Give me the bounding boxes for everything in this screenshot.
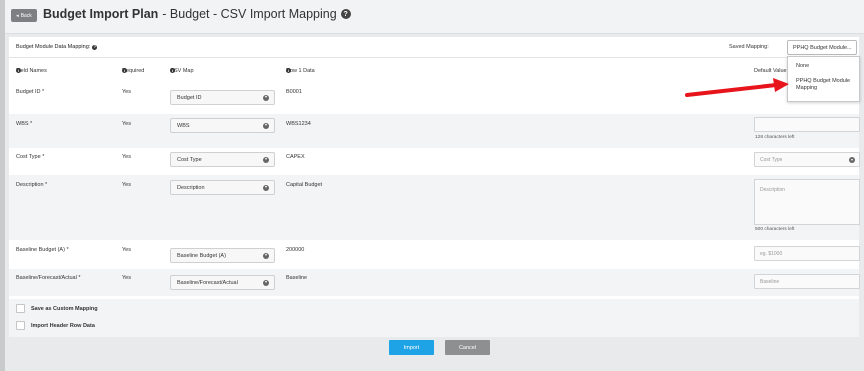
default-value-select[interactable]: Cost Type ▼ [754, 152, 860, 167]
save-custom-mapping-option[interactable]: Save as Custom Mapping [16, 304, 98, 313]
saved-mapping-menu: None PPHQ Budget Module Mapping [787, 56, 860, 102]
table-row: Description * Yes Description ▼ Capital B… [9, 175, 860, 240]
required-value: Yes [122, 154, 131, 160]
default-value-placeholder: Cost Type [760, 156, 783, 163]
chevron-down-icon: ▼ [263, 280, 269, 286]
menu-item-none[interactable]: None [796, 63, 809, 70]
mapping-label: Budget Module Data Mapping: ? [16, 44, 98, 50]
import-header-checkbox[interactable] [16, 321, 25, 330]
csv-map-select[interactable]: Description ▼ [170, 180, 275, 195]
required-value: Yes [122, 182, 131, 188]
table-row: Baseline Budget (A) * Yes Baseline Budge… [9, 240, 860, 269]
chevron-down-icon: ▼ [263, 95, 269, 101]
csv-map-value: Cost Type [177, 156, 202, 163]
chevron-down-icon: ▼ [263, 253, 269, 259]
table-row: Cost Type * Yes Cost Type ▼ CAPEX Cost Ty… [9, 148, 860, 175]
row1-value: 200000 [286, 247, 305, 253]
info-icon[interactable]: i [170, 68, 175, 73]
info-icon[interactable]: i [16, 68, 21, 73]
default-value-input[interactable]: eg. $1000 [754, 246, 860, 261]
info-icon[interactable]: ? [92, 44, 98, 50]
row1-value: Capital Budget [286, 182, 323, 188]
page-header: ◂ Back Budget Import Plan - Budget - CSV… [5, 0, 864, 34]
chevron-down-icon: ▼ [263, 185, 269, 191]
field-name: WBS * [16, 121, 33, 127]
mapping-bar: Budget Module Data Mapping: ? Saved Mapp… [9, 37, 859, 58]
col-default-value: Default Value [754, 68, 787, 74]
csv-map-select[interactable]: Budget ID ▼ [170, 90, 275, 105]
mapping-label-text: Budget Module Data Mapping: [16, 44, 91, 50]
help-icon[interactable]: ? [340, 9, 351, 19]
char-counter: 128 characters left [755, 135, 795, 140]
required-value: Yes [122, 89, 131, 95]
default-value-placeholder: eg. $1000 [760, 250, 783, 257]
field-name: Baseline Budget (A) * [16, 247, 69, 253]
table-row: Baseline/Forecast/Actual * Yes Baseline/… [9, 269, 860, 296]
row1-value: Baseline [286, 275, 308, 281]
required-value: Yes [122, 121, 131, 127]
csv-map-value: Baseline Budget (A) [177, 252, 226, 259]
csv-map-value: Description [177, 184, 205, 191]
field-name: Budget ID * [16, 89, 45, 95]
save-custom-mapping-checkbox[interactable] [16, 304, 25, 313]
chevron-down-icon: ▼ [263, 123, 269, 129]
default-value-placeholder: Baseline [760, 278, 780, 285]
info-icon[interactable]: i [122, 68, 127, 73]
required-value: Yes [122, 247, 131, 253]
default-value-input[interactable]: Baseline [754, 274, 860, 289]
default-value-placeholder: Description [760, 187, 786, 193]
csv-map-select[interactable]: WBS ▼ [170, 118, 275, 133]
info-icon[interactable]: i [286, 68, 291, 73]
csv-map-value: Budget ID [177, 94, 202, 101]
back-button-label: Back [20, 12, 32, 19]
char-counter: 500 characters left [755, 227, 795, 232]
mapping-panel: Budget Module Data Mapping: ? Saved Mapp… [9, 37, 860, 337]
csv-map-select[interactable]: Baseline/Forecast/Actual ▼ [170, 275, 275, 290]
page-title: Budget Import Plan - Budget - CSV Import… [43, 7, 351, 21]
menu-item-pphq-budget-module-mapping[interactable]: PPHQ Budget Module Mapping [796, 78, 856, 92]
save-custom-mapping-label: Save as Custom Mapping [31, 305, 98, 312]
page-title-main: Budget Import Plan [43, 7, 159, 21]
chevron-down-icon: ▼ [263, 157, 269, 163]
chevron-down-icon: ▼ [849, 157, 855, 163]
default-value-textarea[interactable]: Description [754, 179, 860, 225]
chevron-left-icon: ◂ [16, 12, 19, 19]
import-header-label: Import Header Row Data [31, 322, 95, 329]
row1-value: WBS1234 [286, 121, 311, 127]
back-button[interactable]: ◂ Back [11, 9, 37, 22]
csv-map-select[interactable]: Cost Type ▼ [170, 152, 275, 167]
saved-mapping-select[interactable]: PPHQ Budget Module... [787, 40, 857, 55]
required-value: Yes [122, 275, 131, 281]
row1-value: CAPEX [286, 154, 305, 160]
left-sidebar-strip [0, 0, 5, 371]
field-name: Description * [16, 182, 48, 188]
import-header-option[interactable]: Import Header Row Data [16, 321, 95, 330]
column-headers: Field Names i Required i CSV Map i Row 1 Da… [9, 68, 859, 80]
saved-mapping-label: Saved Mapping: [729, 44, 769, 50]
csv-map-value: Baseline/Forecast/Actual [177, 279, 238, 286]
row1-value: B0001 [286, 89, 302, 95]
import-options: Save as Custom Mapping Import Header Row… [9, 299, 859, 337]
field-name: Baseline/Forecast/Actual * [16, 275, 81, 281]
csv-map-select[interactable]: Baseline Budget (A) ▼ [170, 248, 275, 263]
table-row: Budget ID * Yes Budget ID ▼ B0001 [9, 82, 859, 114]
page-title-sub: - Budget - CSV Import Mapping [162, 7, 337, 21]
default-value-input[interactable] [754, 117, 860, 132]
table-row: WBS * Yes WBS ▼ WBS1234 128 characters le… [9, 114, 860, 148]
csv-map-value: WBS [177, 122, 190, 129]
field-name: Cost Type * [16, 154, 45, 160]
cancel-button[interactable]: Cancel [445, 340, 490, 355]
import-button[interactable]: Import [389, 340, 434, 355]
